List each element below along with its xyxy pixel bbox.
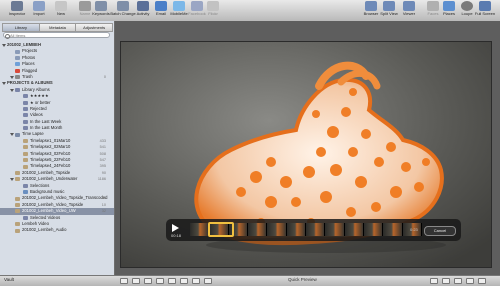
inspector-icon xyxy=(11,1,23,11)
play-icon[interactable] xyxy=(172,224,179,232)
crop-icon[interactable] xyxy=(168,278,176,284)
album-icon xyxy=(23,113,28,118)
grid-icon[interactable] xyxy=(442,278,450,284)
fullscreen-toggle-icon[interactable] xyxy=(478,278,486,284)
full-screen-button[interactable]: Full Screen xyxy=(470,1,500,20)
film-frame xyxy=(190,223,210,236)
viewer-pane: 00:18 0:23 Cancel xyxy=(115,21,500,275)
album-icon xyxy=(23,119,28,124)
album-icon xyxy=(23,215,28,220)
viewer-icon xyxy=(403,1,415,11)
music-icon xyxy=(23,190,28,195)
rotate-left-icon[interactable] xyxy=(132,278,140,284)
project-icon xyxy=(15,228,20,233)
filmstrip-icon[interactable] xyxy=(466,278,474,284)
quick-preview-label[interactable]: Quick Preview xyxy=(288,277,317,282)
film-frame xyxy=(286,223,306,236)
inspector-tabs: Library Metadata Adjustments xyxy=(2,23,114,32)
project-icon xyxy=(23,164,28,169)
film-frame xyxy=(383,223,403,236)
tab-adjustments[interactable]: Adjustments xyxy=(75,23,114,32)
main-toolbar: Inspector Import New Name Keywords Batch… xyxy=(0,0,500,22)
album-icon xyxy=(23,107,28,112)
rotate-icon[interactable] xyxy=(120,278,128,284)
project-icon xyxy=(23,139,28,144)
disclosure-triangle-icon[interactable] xyxy=(2,44,6,47)
flickr-button[interactable]: Flickr xyxy=(198,1,228,20)
sidebar-item-label: 201002_Lembeh_Audio xyxy=(22,227,67,233)
current-timecode: 00:18 xyxy=(171,233,182,238)
disclosure-triangle-icon[interactable] xyxy=(10,133,14,137)
stamp-icon[interactable] xyxy=(204,278,212,284)
album-icon xyxy=(23,100,28,105)
search-icon xyxy=(5,34,10,39)
album-icon xyxy=(15,87,20,92)
flag-icon xyxy=(15,68,20,73)
search-placeholder: All Items xyxy=(10,33,26,38)
full-screen-icon xyxy=(479,1,491,11)
vault-label[interactable]: Vault xyxy=(4,277,14,282)
project-icon xyxy=(23,145,28,150)
filmstrip-scrubber[interactable] xyxy=(190,222,422,237)
lift-icon[interactable] xyxy=(192,278,200,284)
disclosure-triangle-icon[interactable] xyxy=(10,88,14,92)
photos-icon xyxy=(15,55,20,60)
video-controls-overlay: 00:18 0:23 Cancel xyxy=(166,219,461,241)
stack-icon[interactable] xyxy=(430,278,438,284)
folder-icon xyxy=(15,132,20,137)
playhead-handle[interactable] xyxy=(208,222,234,237)
project-icon xyxy=(15,177,20,182)
film-frame xyxy=(247,223,268,236)
film-frame xyxy=(363,223,384,236)
tab-library[interactable]: Library xyxy=(2,23,40,32)
film-frame xyxy=(267,223,287,236)
library-sidebar: Library Metadata Adjustments All Items 2… xyxy=(0,21,115,275)
red-eye-icon[interactable] xyxy=(180,278,188,284)
disclosure-triangle-icon[interactable] xyxy=(10,178,14,182)
places-icon xyxy=(15,62,20,67)
straighten-icon[interactable] xyxy=(156,278,164,284)
film-frame xyxy=(344,223,364,236)
status-bar: Vault Quick Preview xyxy=(0,275,500,286)
film-frame xyxy=(325,223,345,236)
project-icon xyxy=(15,171,20,175)
project-icon xyxy=(15,209,20,214)
project-icon xyxy=(15,202,20,207)
rotate-right-icon[interactable] xyxy=(144,278,152,284)
album-icon xyxy=(23,126,28,131)
disclosure-triangle-icon[interactable] xyxy=(2,82,6,86)
sidebar-item[interactable]: 201002_Lembeh_Audio xyxy=(0,227,114,233)
library-tree: 201002_LEMBEH Projects Photos Places Flagged… xyxy=(0,42,114,274)
remaining-time: 0:23 xyxy=(410,227,418,232)
disclosure-triangle-icon[interactable] xyxy=(10,75,14,79)
import-icon xyxy=(33,1,45,11)
project-icon xyxy=(23,158,28,163)
project-icon xyxy=(15,196,20,201)
project-icon xyxy=(23,151,28,156)
cancel-button[interactable]: Cancel xyxy=(424,226,456,236)
project-icon xyxy=(15,222,20,227)
keywords-icon xyxy=(95,1,107,11)
film-frame xyxy=(305,223,326,236)
flickr-icon xyxy=(207,1,219,11)
library-search-input[interactable]: All Items xyxy=(3,32,110,39)
album-icon xyxy=(23,183,28,188)
new-icon xyxy=(55,1,67,11)
projects-icon xyxy=(15,49,20,54)
album-icon xyxy=(23,94,28,99)
list-icon[interactable] xyxy=(454,278,462,284)
trash-icon xyxy=(15,75,20,80)
tab-metadata[interactable]: Metadata xyxy=(38,23,77,32)
